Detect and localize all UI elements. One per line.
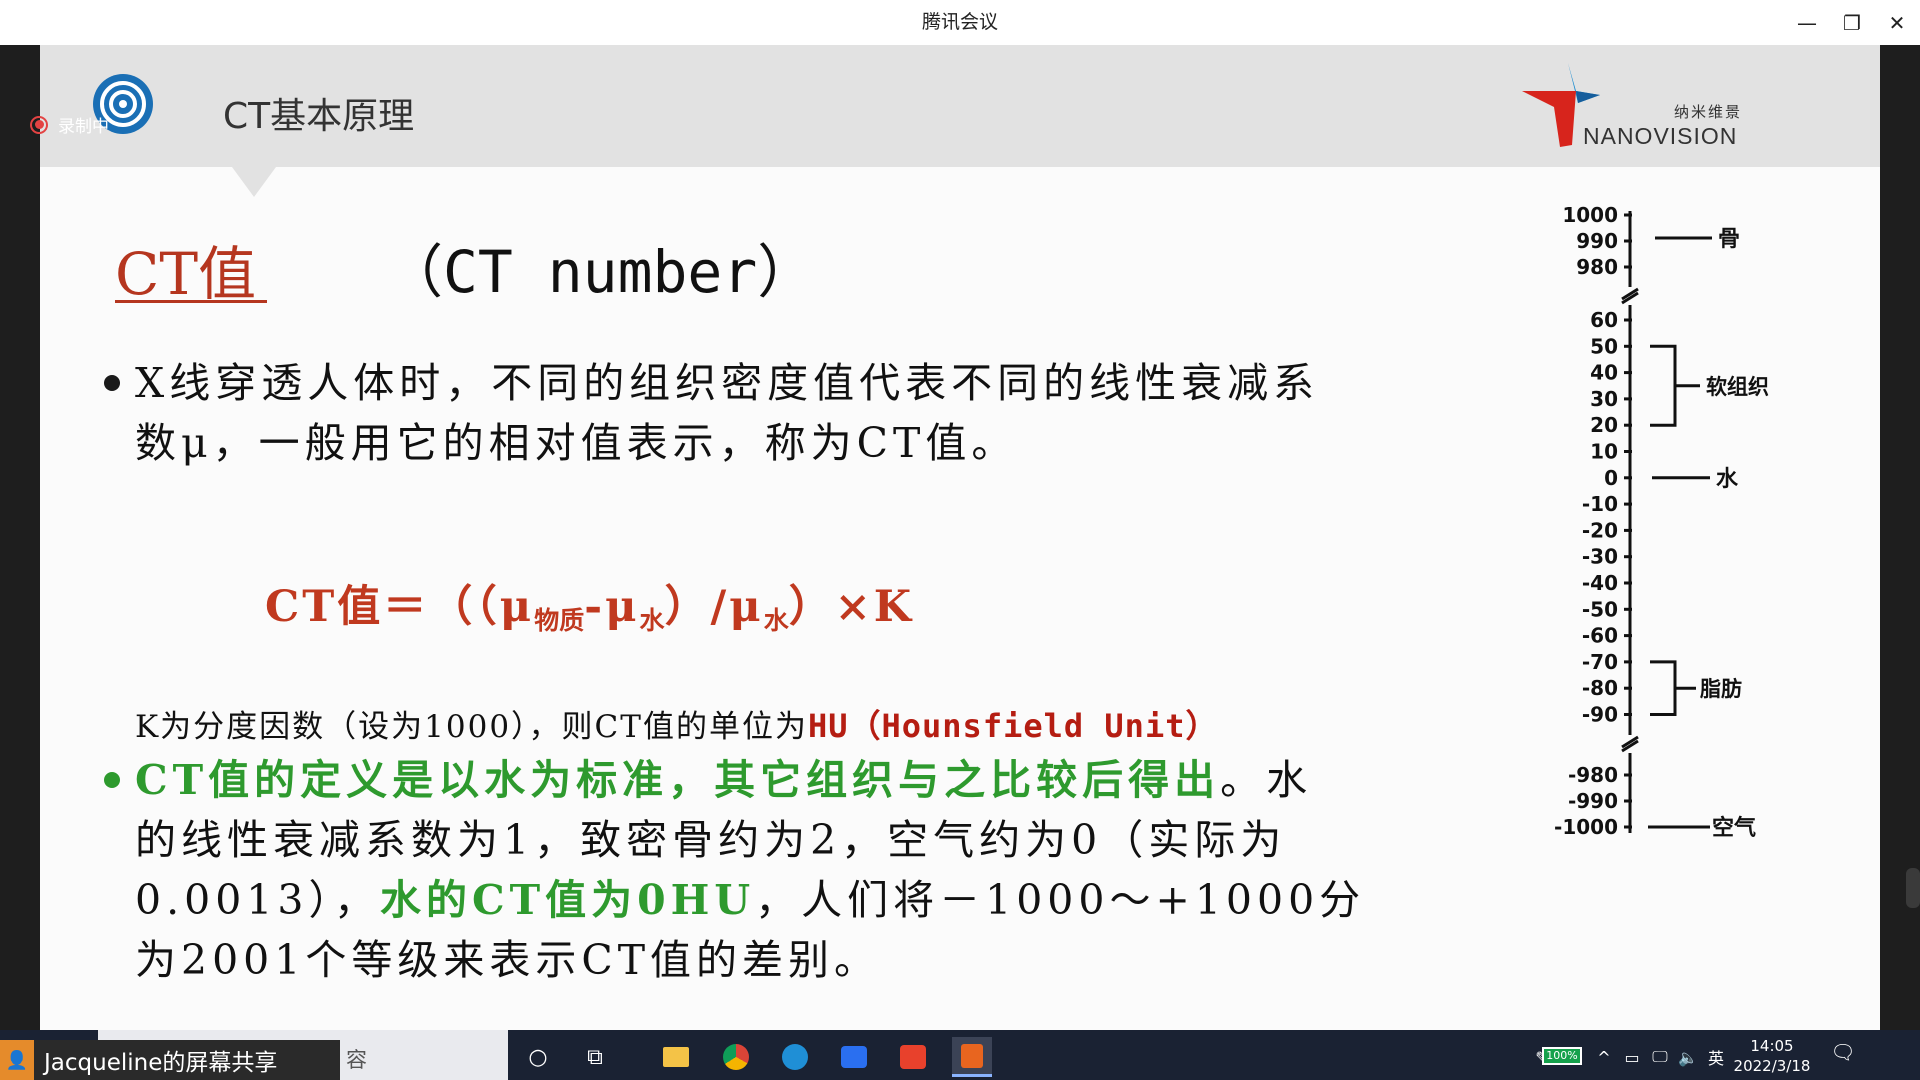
bullet-2-line-3: 0.0013），水的CT值为0HU，人们将－1000～+1000分 — [135, 876, 1366, 924]
clock-time: 14:05 — [1750, 1037, 1794, 1055]
brand-name-cn: 纳米维景 — [1674, 103, 1743, 121]
scale-tick-label: -90 — [1582, 703, 1618, 727]
scale-tick-label: 10 — [1590, 440, 1618, 464]
scale-tick-label: 20 — [1590, 413, 1618, 437]
scale-tick-label: -80 — [1582, 676, 1618, 700]
side-panel-handle[interactable] — [1906, 868, 1920, 908]
bullet-2 — [104, 772, 120, 788]
scale-tick-label: -980 — [1568, 763, 1618, 787]
chrome-icon[interactable] — [716, 1037, 756, 1077]
bullet-1-line-2: 数μ，一般用它的相对值表示，称为CT值。 — [135, 419, 1018, 467]
cortana-icon[interactable]: ○ — [518, 1037, 558, 1077]
scale-tick-label: -20 — [1582, 518, 1618, 542]
slide-heading: CT基本原理 — [223, 96, 415, 137]
hu-unit: HU（Hounsfield Unit） — [807, 707, 1219, 745]
scale-tick-label: 30 — [1590, 387, 1618, 411]
soft-tissue-label: 软组织 — [1706, 375, 1769, 399]
search-text: 容 — [346, 1048, 367, 1072]
scale-tick-label: -60 — [1582, 624, 1618, 648]
presentation-app-icon[interactable] — [952, 1037, 992, 1077]
k-factor-text: K为分度因数（设为1000），则CT值的单位为HU（Hounsfield Uni… — [135, 707, 1219, 745]
clock-date: 2022/3/18 — [1733, 1057, 1811, 1075]
recording-label: 录制中 — [58, 117, 109, 137]
scale-tick-label: 0 — [1604, 466, 1618, 490]
fat-label: 脂肪 — [1700, 677, 1742, 701]
ct-number-title: （CT number） — [385, 238, 816, 306]
scale-tick-label: -30 — [1582, 545, 1618, 569]
task-view-icon[interactable]: ⧉ — [575, 1037, 615, 1077]
scale-tick-label: 60 — [1590, 308, 1618, 332]
recording-indicator[interactable]: 录制中 — [30, 112, 109, 137]
ct-value-scale: 1000990980 6050 403020 100-10-20 -30-40-50 -6… — [1554, 205, 1769, 841]
restore-button[interactable]: ❐ — [1835, 6, 1869, 40]
brand-name-en: NANOVISION — [1583, 123, 1738, 149]
scale-tick-label: -70 — [1582, 650, 1618, 674]
bullet-2-line-2: 的线性衰减系数为1，致密骨约为2，空气约为0（实际为 — [135, 816, 1287, 864]
scale-tick-label: -50 — [1582, 597, 1618, 621]
scale-tick-label: 1000 — [1562, 205, 1618, 227]
screen-share-label: Jacqueline的屏幕共享 — [44, 1050, 278, 1076]
scale-tick-label: 50 — [1590, 334, 1618, 358]
user-icon: 👤 — [0, 1040, 34, 1080]
window-titlebar: 腾讯会议 — ❐ ✕ — [0, 0, 1920, 45]
water-label: 水 — [1716, 467, 1739, 492]
air-label: 空气 — [1712, 815, 1756, 841]
scale-tick-label: -990 — [1568, 789, 1618, 813]
fat-bracket — [1650, 660, 1696, 716]
bullet-1 — [104, 375, 120, 391]
scale-tick-label: -10 — [1582, 492, 1618, 516]
soft-tissue-bracket — [1650, 344, 1700, 427]
scale-tick-label: 980 — [1576, 255, 1618, 279]
screen-share-bar[interactable]: 👤 Jacqueline的屏幕共享 — [0, 1040, 340, 1080]
wps-icon[interactable] — [893, 1037, 933, 1077]
notification-icon[interactable]: 🗨 — [1828, 1040, 1858, 1070]
title-underline — [115, 300, 267, 303]
bullet-1-line-1: X线穿透人体时，不同的组织密度值代表不同的线性衰减系 — [135, 359, 1320, 407]
battery-indicator[interactable]: 100% — [1542, 1047, 1582, 1065]
bone-label: 骨 — [1718, 227, 1740, 252]
minimize-button[interactable]: — — [1790, 6, 1824, 40]
tencent-meeting-icon[interactable] — [834, 1037, 874, 1077]
header-notch — [232, 167, 276, 197]
scale-tick-label: 990 — [1576, 229, 1618, 253]
bullet-2-line-1: CT值的定义是以水为标准，其它组织与之比较后得出。水 — [135, 756, 1313, 804]
bullet-2-line-4: 为2001个等级来表示CT值的差别。 — [135, 936, 881, 984]
window-title: 腾讯会议 — [921, 11, 998, 33]
edge-icon[interactable] — [775, 1037, 815, 1077]
close-button[interactable]: ✕ — [1880, 6, 1914, 40]
system-clock[interactable]: 14:05 2022/3/18 — [1726, 1036, 1818, 1076]
ct-value-title: CT值 — [115, 240, 257, 308]
scale-tick-label: 40 — [1590, 361, 1618, 385]
scale-tick-label: -40 — [1582, 571, 1618, 595]
ct-formula: CT值＝（（μ物质-μ水）/μ水）×K — [265, 582, 915, 635]
scale-tick-label: -1000 — [1554, 815, 1618, 839]
file-explorer-icon[interactable] — [656, 1037, 696, 1077]
record-icon — [30, 115, 48, 134]
left-margin — [0, 45, 40, 1030]
shared-slide: CT基本原理 纳米维景 NANOVISION CT值 （CT number） X… — [40, 45, 1880, 1030]
